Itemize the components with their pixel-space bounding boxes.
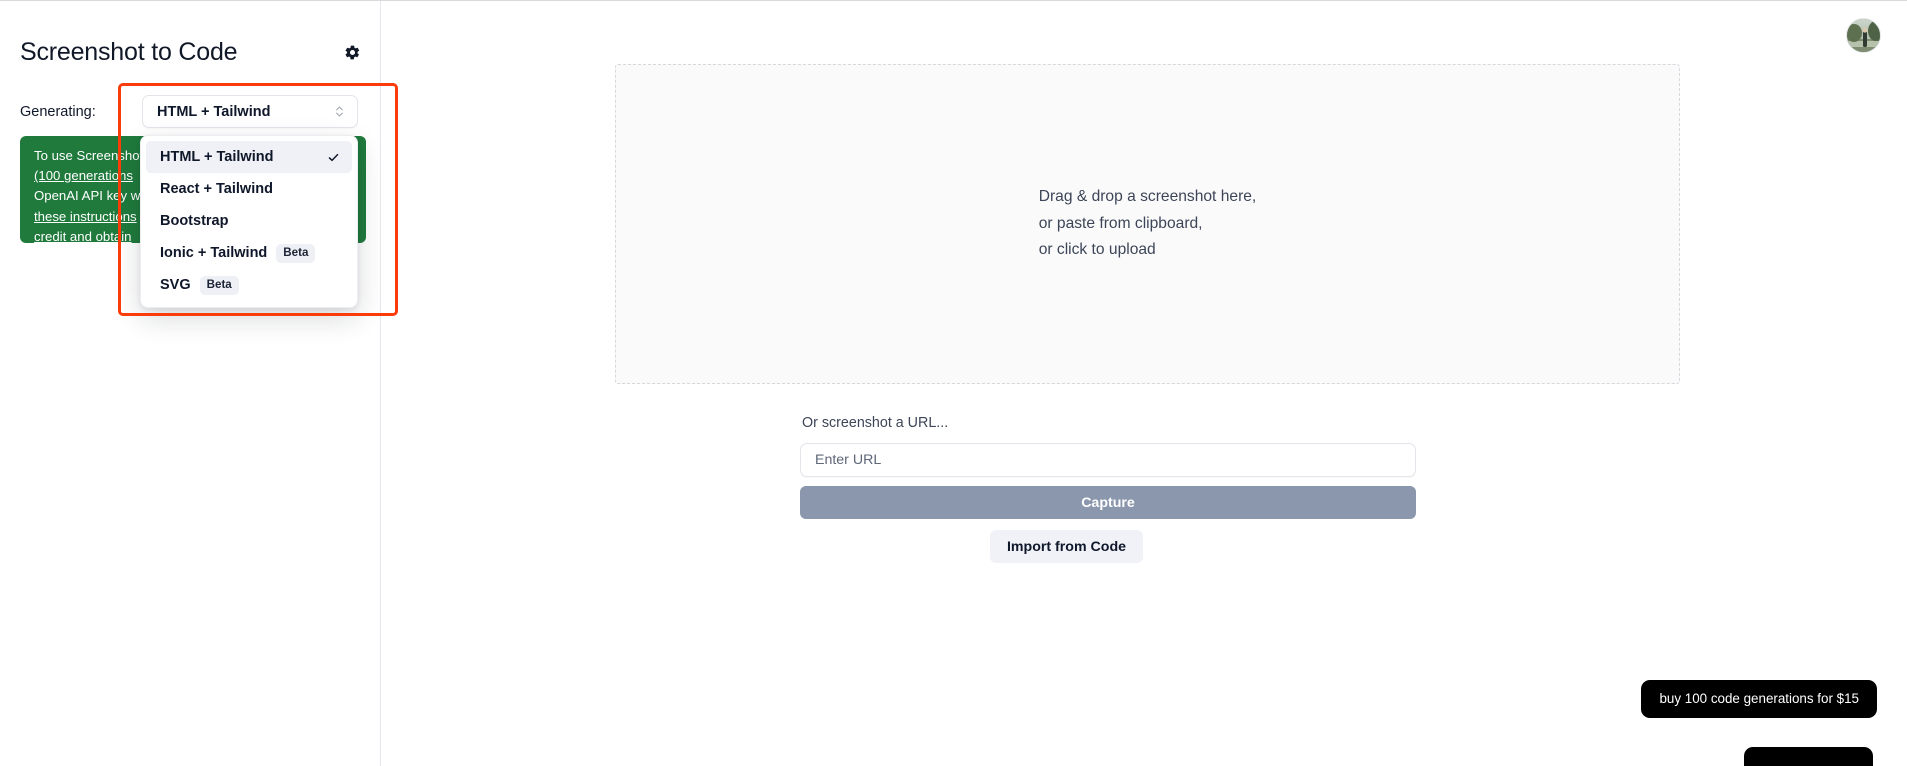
page-title: Screenshot to Code <box>20 38 238 66</box>
import-from-code-button[interactable]: Import from Code <box>990 530 1143 563</box>
url-input[interactable] <box>800 443 1416 477</box>
url-capture-section: Or screenshot a URL... Capture <box>800 413 1496 519</box>
menu-item-label: Ionic + Tailwind <box>160 245 268 261</box>
dropzone-text: Drag & drop a screenshot here, or paste … <box>1039 184 1257 264</box>
beta-badge: Beta <box>276 243 316 263</box>
stack-select-trigger[interactable]: HTML + Tailwind <box>142 95 358 128</box>
api-notice-link-2-anchor[interactable]: these instructions <box>34 209 137 224</box>
stack-select-value: HTML + Tailwind <box>157 103 271 120</box>
beta-badge: Beta <box>199 275 239 295</box>
sidebar: Screenshot to Code Generating: HTML + Ta… <box>0 1 398 766</box>
dropzone-line-2: or paste from clipboard, <box>1038 214 1203 232</box>
bottom-clipped-pill[interactable] <box>1744 747 1873 766</box>
menu-item-html-tailwind[interactable]: HTML + Tailwind <box>146 141 352 173</box>
chevron-up-down-icon <box>333 104 346 119</box>
menu-item-react-tailwind[interactable]: React + Tailwind <box>146 173 352 205</box>
buy-generations-pill[interactable]: buy 100 code generations for $15 <box>1641 680 1877 718</box>
menu-item-label: SVG <box>160 277 191 293</box>
settings-button[interactable] <box>339 39 365 65</box>
sidebar-header: Screenshot to Code <box>20 35 365 69</box>
menu-item-label: Bootstrap <box>160 213 229 229</box>
gear-icon <box>344 44 361 61</box>
main-content: Drag & drop a screenshot here, or paste … <box>381 1 1907 766</box>
menu-item-bootstrap[interactable]: Bootstrap <box>146 205 352 237</box>
api-notice-link-3-anchor[interactable]: credit and obtain <box>34 229 132 243</box>
avatar[interactable] <box>1846 18 1881 53</box>
generating-row: Generating: HTML + Tailwind <box>20 95 358 128</box>
url-section-label: Or screenshot a URL... <box>802 415 949 431</box>
menu-item-label: React + Tailwind <box>160 181 273 197</box>
dropzone-line-1: Drag & drop a screenshot here, <box>1038 188 1257 206</box>
generating-label: Generating: <box>20 103 96 120</box>
check-icon <box>327 151 340 164</box>
app-root: Screenshot to Code Generating: HTML + Ta… <box>0 0 1907 766</box>
dropzone-line-3: or click to upload <box>1038 241 1156 259</box>
menu-item-svg[interactable]: SVG Beta <box>146 269 352 301</box>
stack-select-menu: HTML + Tailwind React + Tailwind Bootstr… <box>140 135 358 308</box>
menu-item-ionic-tailwind[interactable]: Ionic + Tailwind Beta <box>146 237 352 269</box>
capture-button[interactable]: Capture <box>800 486 1416 519</box>
screenshot-dropzone[interactable]: Drag & drop a screenshot here, or paste … <box>615 64 1680 384</box>
api-notice-link-1-anchor[interactable]: (100 generations <box>34 168 133 183</box>
menu-item-label: HTML + Tailwind <box>160 149 274 165</box>
